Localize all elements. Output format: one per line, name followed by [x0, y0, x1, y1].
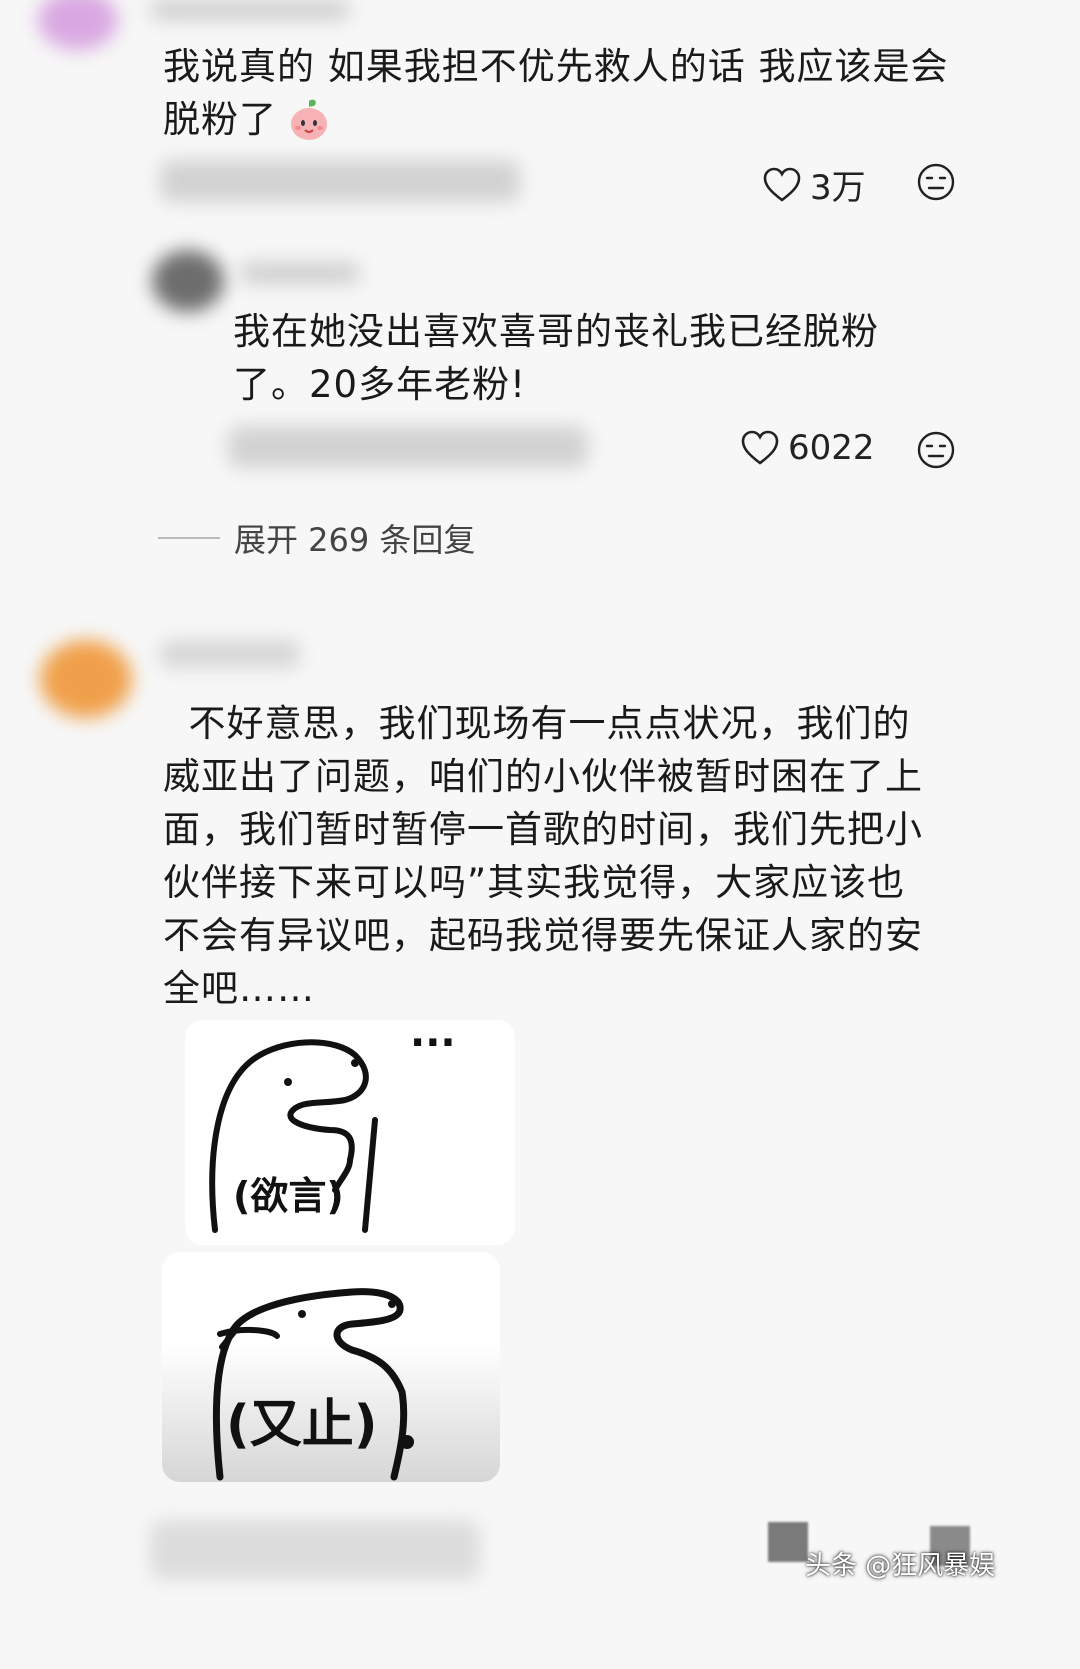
- watermark-text: 头条 @狂风暴娱: [805, 1551, 996, 1581]
- comment-text: 我在她没出喜欢喜哥的丧礼我已经脱粉 了。20多年老粉!: [233, 305, 953, 411]
- like-count: 6022: [788, 428, 875, 468]
- username-blurred: [240, 262, 360, 284]
- username-blurred: [160, 640, 300, 668]
- sticker-caption: (欲言): [233, 1174, 344, 1218]
- watermark-logo: [768, 1522, 808, 1562]
- sticker-dots: ···: [410, 1020, 456, 1066]
- comment-line: 威亚出了问题，咱们的小伙伴被暂时困在了上: [163, 755, 923, 798]
- heart-outline-icon: [740, 429, 780, 467]
- neutral-face-icon: [916, 162, 956, 202]
- react-button[interactable]: [916, 162, 956, 202]
- like-count: 3万: [810, 168, 866, 208]
- comment-line: 了。20多年老粉!: [233, 363, 526, 406]
- comment-line: 面，我们暂时暂停一首歌的时间，我们先把小: [163, 808, 923, 851]
- comment-line: 不会有异议吧，起码我觉得要先保证人家的安: [163, 914, 923, 957]
- comment-line: 伙伴接下来可以吗”其实我觉得，大家应该也: [163, 861, 906, 904]
- sticker-image[interactable]: (又止): [162, 1252, 500, 1482]
- comment-line: 不好意思，我们现场有一点点状况，我们的: [163, 702, 911, 745]
- comment-line: 脱粉了: [163, 98, 277, 141]
- peach-face-emoji-icon: [287, 98, 331, 142]
- react-button[interactable]: [916, 430, 956, 470]
- username-blurred: [150, 0, 350, 20]
- expand-replies-button[interactable]: 展开 269 条回复: [158, 515, 475, 561]
- like-button[interactable]: 3万: [762, 160, 866, 209]
- bottom-blurred-content: [150, 1520, 480, 1580]
- comment-line: 全吧……: [163, 967, 315, 1010]
- divider: [158, 537, 220, 539]
- timestamp-blurred: [160, 160, 520, 202]
- avatar[interactable]: [40, 640, 132, 718]
- comment-text: 我说真的 如果我担不优先救人的话 我应该是会 脱粉了: [163, 40, 1043, 146]
- comment-line: 我在她没出喜欢喜哥的丧礼我已经脱粉: [233, 310, 879, 353]
- neutral-face-icon: [916, 430, 956, 470]
- sticker-image[interactable]: (欲言) ···: [185, 1020, 515, 1245]
- like-button[interactable]: 6022: [740, 428, 875, 468]
- comment-line: 我说真的 如果我担不优先救人的话 我应该是会: [163, 45, 949, 88]
- expand-replies-label: 展开 269 条回复: [234, 521, 476, 559]
- heart-outline-icon: [762, 166, 802, 204]
- avatar[interactable]: [38, 0, 118, 50]
- timestamp-blurred: [228, 426, 588, 468]
- comment-text: 不好意思，我们现场有一点点状况，我们的 威亚出了问题，咱们的小伙伴被暂时困在了上…: [163, 697, 1043, 1015]
- avatar[interactable]: [152, 250, 224, 312]
- sticker-caption: (又止): [226, 1395, 378, 1455]
